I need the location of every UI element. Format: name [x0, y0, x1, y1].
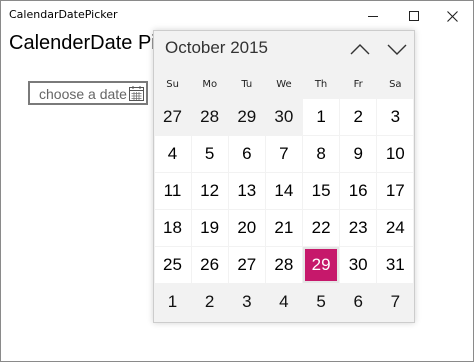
- minimize-button[interactable]: [350, 1, 396, 31]
- calendar-day[interactable]: 29: [228, 99, 265, 135]
- calendar-day[interactable]: 1: [154, 284, 191, 320]
- calendar-day[interactable]: 10: [377, 136, 414, 172]
- calendar-header: October 2015: [154, 31, 414, 69]
- calendar-day[interactable]: 19: [191, 210, 228, 246]
- calendar-day[interactable]: 6: [228, 136, 265, 172]
- calendar-day[interactable]: 31: [377, 247, 414, 283]
- calendar-day[interactable]: 2: [191, 284, 228, 320]
- maximize-icon: [409, 11, 419, 21]
- calendar-day[interactable]: 3: [377, 99, 414, 135]
- dow-label: Mo: [202, 79, 218, 90]
- calendar-day[interactable]: 16: [340, 173, 377, 209]
- date-placeholder: choose a date: [39, 86, 127, 102]
- window-title: CalendarDatePicker: [9, 8, 118, 21]
- title-bar[interactable]: CalendarDatePicker: [1, 1, 473, 31]
- calendar-day[interactable]: 22: [303, 210, 340, 246]
- calendar-day[interactable]: 27: [228, 247, 265, 283]
- day-of-week-header: Su Mo Tu We Th Fr Sa: [154, 71, 414, 99]
- calendar-day-today[interactable]: 29: [303, 247, 340, 283]
- dow-label: Th: [314, 79, 328, 90]
- calendar-date-picker[interactable]: choose a date: [28, 81, 148, 105]
- calendar-day[interactable]: 4: [265, 284, 302, 320]
- calendar-icon: [129, 86, 144, 101]
- calendar-day[interactable]: 18: [154, 210, 191, 246]
- dow-label: We: [276, 79, 292, 90]
- calendar-day[interactable]: 4: [154, 136, 191, 172]
- calendar-day[interactable]: 6: [340, 284, 377, 320]
- calendar-day[interactable]: 3: [228, 284, 265, 320]
- calendar-flyout: October 2015 Su Mo Tu We Th Fr Sa 27 28 29…: [153, 30, 415, 323]
- calendar-day[interactable]: 28: [265, 247, 302, 283]
- calendar-day[interactable]: 5: [191, 136, 228, 172]
- calendar-day[interactable]: 28: [191, 99, 228, 135]
- calendar-day[interactable]: 7: [265, 136, 302, 172]
- calendar-day[interactable]: 25: [154, 247, 191, 283]
- calendar-day[interactable]: 20: [228, 210, 265, 246]
- dow-label: Fr: [353, 79, 363, 90]
- calendar-day[interactable]: 15: [303, 173, 340, 209]
- calendar-day[interactable]: 23: [340, 210, 377, 246]
- next-month-button[interactable]: [384, 39, 410, 59]
- calendar-day-grid: 27 28 29 30 1 2 3 4 5 6 7 8 9 10 11 12 13 14 15 16 17 18 19 20 2…: [154, 99, 414, 321]
- close-button[interactable]: [429, 1, 474, 31]
- calendar-day[interactable]: 1: [303, 99, 340, 135]
- calendar-day[interactable]: 14: [265, 173, 302, 209]
- chevron-up-icon: [350, 44, 370, 55]
- calendar-day[interactable]: 30: [340, 247, 377, 283]
- calendar-day[interactable]: 5: [303, 284, 340, 320]
- close-icon: [446, 10, 458, 22]
- calendar-day[interactable]: 24: [377, 210, 414, 246]
- calendar-day[interactable]: 9: [340, 136, 377, 172]
- calendar-day[interactable]: 21: [265, 210, 302, 246]
- previous-month-button[interactable]: [347, 39, 373, 59]
- month-year-button[interactable]: October 2015: [165, 38, 268, 58]
- calendar-day[interactable]: 7: [377, 284, 414, 320]
- minimize-icon: [368, 15, 378, 17]
- calendar-day[interactable]: 26: [191, 247, 228, 283]
- calendar-day[interactable]: 17: [377, 173, 414, 209]
- chevron-down-icon: [387, 44, 407, 55]
- calendar-day[interactable]: 12: [191, 173, 228, 209]
- dow-label: Su: [166, 79, 179, 90]
- calendar-day[interactable]: 2: [340, 99, 377, 135]
- calendar-day[interactable]: 30: [265, 99, 302, 135]
- page-title: CalenderDate Pick: [9, 32, 153, 54]
- calendar-day[interactable]: 27: [154, 99, 191, 135]
- dow-label: Sa: [389, 79, 402, 90]
- calendar-day[interactable]: 13: [228, 173, 265, 209]
- app-window: CalendarDatePicker CalenderDate Pick cho…: [0, 0, 474, 362]
- dow-label: Tu: [241, 79, 253, 90]
- calendar-day[interactable]: 11: [154, 173, 191, 209]
- calendar-day[interactable]: 8: [303, 136, 340, 172]
